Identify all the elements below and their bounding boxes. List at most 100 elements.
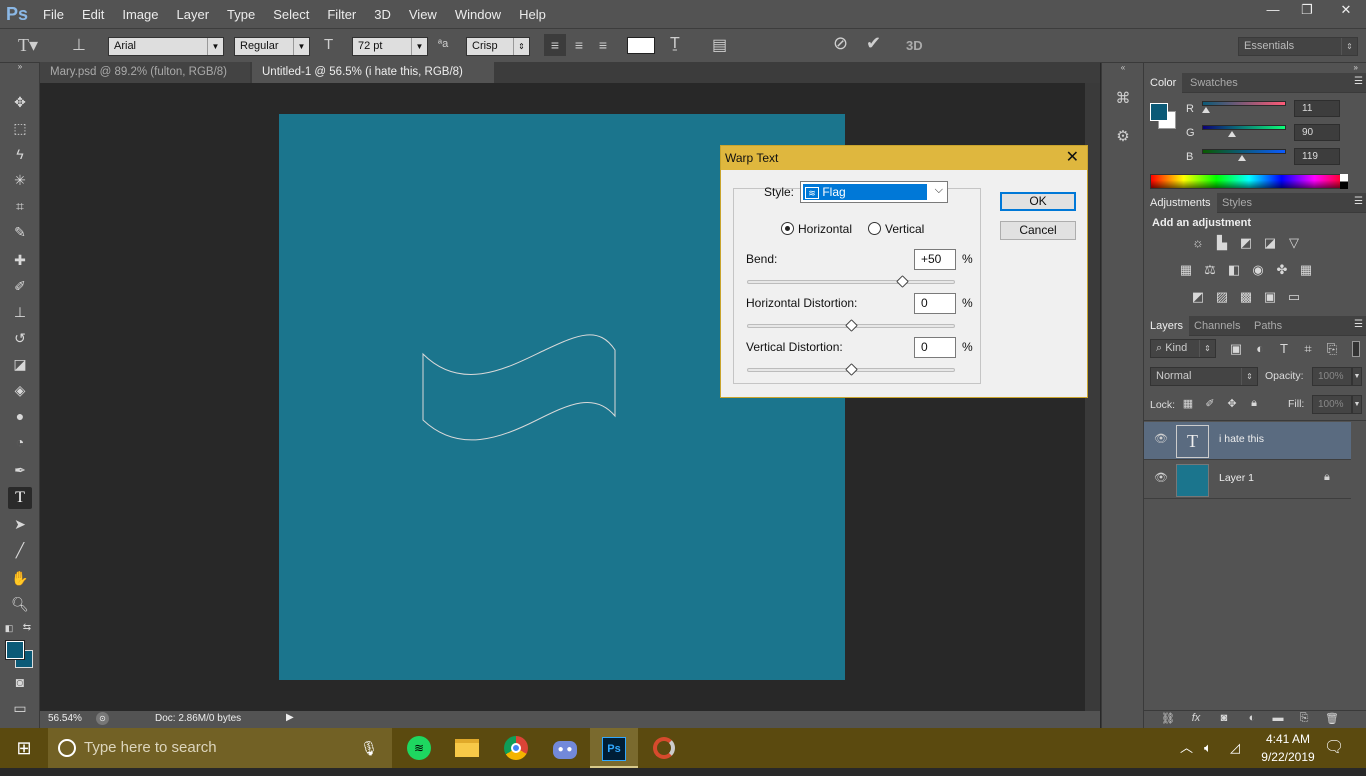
lock-transparency-icon[interactable]: ▦ (1178, 397, 1198, 410)
history-brush-tool-icon[interactable]: ↺ (8, 327, 32, 349)
delete-layer-icon[interactable]: 🗑︎ (1322, 712, 1342, 725)
horizontal-radio[interactable] (781, 222, 794, 235)
crop-tool-icon[interactable]: ⌗ (8, 195, 32, 217)
tab-untitled-1[interactable]: Untitled-1 @ 56.5% (i hate this, RGB/8) … (252, 62, 494, 99)
text-color-swatch[interactable] (627, 37, 655, 54)
action-center-icon[interactable]: 🗨︎ (1324, 728, 1344, 768)
clone-stamp-tool-icon[interactable]: ⊥ (8, 301, 32, 323)
brightness-contrast-icon[interactable]: ☼ (1188, 235, 1208, 250)
dodge-tool-icon[interactable]: ◔ (8, 431, 32, 453)
filter-adjustment-icon[interactable]: ◐ (1250, 341, 1270, 356)
filter-type-icon[interactable]: T (1274, 341, 1294, 356)
panel-collapse-icon[interactable]: « (1102, 63, 1144, 72)
opacity-field[interactable]: 100% (1312, 367, 1352, 386)
lasso-tool-icon[interactable]: ϟ (8, 143, 32, 165)
tab-paths[interactable]: Paths (1248, 316, 1288, 336)
close-button[interactable]: ✕ (1326, 0, 1366, 20)
quick-mask-icon[interactable]: ◙ (8, 671, 32, 693)
color-balance-icon[interactable]: ⚖ (1200, 262, 1220, 278)
threshold-icon[interactable]: ▩ (1236, 289, 1256, 305)
menu-edit[interactable]: Edit (73, 7, 113, 22)
status-icon[interactable]: ⊙ (96, 712, 109, 725)
zoom-level[interactable]: 56.54% (48, 713, 82, 724)
tray-chevron-icon[interactable]: ︿ (1180, 728, 1193, 768)
align-left-icon[interactable]: ≡ (544, 34, 566, 56)
new-group-icon[interactable]: ▬ (1268, 712, 1288, 724)
file-explorer-icon[interactable] (443, 728, 491, 768)
new-layer-icon[interactable]: ⎘ (1294, 712, 1314, 725)
link-layers-icon[interactable]: ⛓︎ (1158, 712, 1178, 725)
vibrance-icon[interactable]: ▽ (1284, 235, 1304, 251)
layer-kind-filter[interactable]: ⌕ Kind ⇕ (1150, 339, 1216, 358)
menu-file[interactable]: File (34, 7, 73, 22)
visibility-eye-icon[interactable]: 👁︎ (1154, 432, 1168, 445)
taskbar-search-box[interactable]: Type here to search 🎙︎ (48, 728, 392, 768)
font-size-dropdown[interactable]: 72 pt ▼ (352, 37, 428, 56)
discord-icon[interactable]: ● ● (541, 728, 589, 768)
minimize-button[interactable]: — (1258, 0, 1288, 20)
cancel-edits-icon[interactable]: ⊘ (833, 33, 848, 54)
3d-button[interactable]: 3D (906, 38, 923, 53)
tab-swatches[interactable]: Swatches (1184, 73, 1244, 93)
layer-row-pixel[interactable]: 👁︎ Layer 1 🔒︎ (1144, 461, 1351, 499)
dialog-close-icon[interactable]: ✕ (1066, 146, 1079, 170)
align-center-icon[interactable]: ≡ (568, 34, 590, 56)
b-slider[interactable] (1202, 149, 1286, 154)
photo-filter-icon[interactable]: ◉ (1248, 262, 1268, 278)
eraser-tool-icon[interactable]: ◪ (8, 353, 32, 375)
filter-toggle[interactable] (1352, 341, 1360, 357)
filter-smart-object-icon[interactable]: ⎘ (1322, 341, 1342, 357)
tab-styles[interactable]: Styles (1216, 193, 1258, 213)
clock-time[interactable]: 4:41 AM (1258, 732, 1318, 746)
history-panel-icon[interactable]: ⌘ (1112, 89, 1134, 107)
color-spectrum-ramp[interactable] (1150, 174, 1348, 189)
color-lookup-icon[interactable]: ▦ (1296, 262, 1316, 278)
microphone-icon[interactable]: 🎙︎ (360, 728, 378, 768)
font-family-dropdown[interactable]: Arial ▼ (108, 37, 224, 56)
brush-tool-icon[interactable]: ✐ (8, 275, 32, 297)
b-value-field[interactable]: 119 (1294, 148, 1340, 165)
selective-color-icon[interactable]: ▣ (1260, 289, 1280, 305)
marquee-tool-icon[interactable]: ⬚ (8, 117, 32, 139)
levels-icon[interactable]: ▙ (1212, 235, 1232, 251)
tab-adjustments[interactable]: Adjustments (1144, 193, 1217, 213)
fill-field[interactable]: 100% (1312, 395, 1352, 414)
invert-icon[interactable]: ◩ (1188, 289, 1208, 305)
visibility-eye-icon[interactable]: 👁︎ (1154, 471, 1168, 484)
default-colors-icon[interactable]: ◧ (2, 617, 16, 639)
ramp-black-white[interactable] (1340, 174, 1348, 189)
panel-collapse-icon[interactable]: » (1354, 63, 1358, 72)
app-taskbar-icon[interactable] (640, 728, 688, 768)
menu-layer[interactable]: Layer (168, 7, 219, 22)
panel-menu-icon[interactable]: ☰ (1354, 319, 1363, 330)
g-slider-thumb[interactable] (1228, 131, 1236, 137)
ok-button[interactable]: OK (1000, 192, 1076, 211)
panel-menu-icon[interactable]: ☰ (1354, 196, 1363, 207)
photoshop-taskbar-icon[interactable]: Ps (590, 728, 638, 768)
horizontal-label[interactable]: Horizontal (798, 222, 852, 236)
vertical-distortion-input[interactable]: 0 (914, 337, 956, 358)
move-tool-icon[interactable]: ✥ (8, 91, 32, 113)
gradient-map-icon[interactable]: ▭ (1284, 289, 1304, 305)
vertical-label[interactable]: Vertical (885, 222, 924, 236)
character-panel-icon[interactable]: ▤ (712, 35, 727, 55)
healing-brush-tool-icon[interactable]: ✚ (8, 249, 32, 271)
filter-pixel-icon[interactable]: ▣ (1226, 341, 1246, 357)
path-selection-tool-icon[interactable]: ➤ (8, 513, 32, 535)
tab-layers[interactable]: Layers (1144, 316, 1190, 336)
zoom-tool-icon[interactable]: 🔍︎ (8, 593, 32, 615)
menu-image[interactable]: Image (113, 7, 167, 22)
b-slider-thumb[interactable] (1238, 155, 1246, 161)
workspace-dropdown[interactable]: Essentials ⇕ (1238, 37, 1358, 56)
blur-tool-icon[interactable]: ● (8, 405, 32, 427)
fill-dropdown-icon[interactable]: ▼ (1352, 395, 1362, 414)
horizontal-distortion-input[interactable]: 0 (914, 293, 956, 314)
exposure-icon[interactable]: ◪ (1260, 235, 1280, 251)
vertical-radio[interactable] (868, 222, 881, 235)
bend-slider[interactable] (747, 280, 955, 284)
menu-filter[interactable]: Filter (318, 7, 365, 22)
align-right-icon[interactable]: ≡ (592, 34, 614, 56)
black-white-icon[interactable]: ◧ (1224, 262, 1244, 278)
layer-name[interactable]: Layer 1 (1219, 472, 1254, 484)
paint-bucket-tool-icon[interactable]: ◈ (8, 379, 32, 401)
